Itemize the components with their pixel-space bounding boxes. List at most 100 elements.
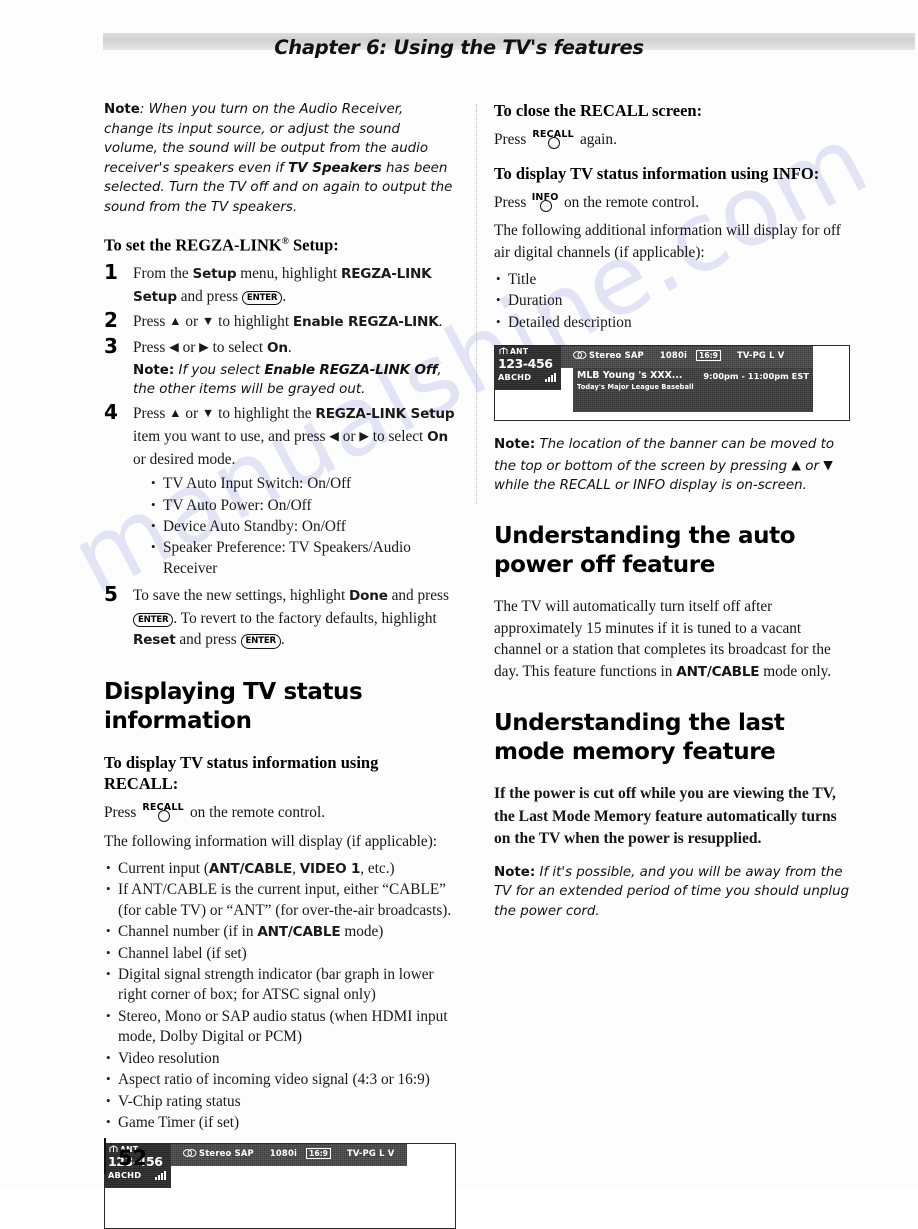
step-text: and press bbox=[176, 287, 242, 305]
list-item: Duration bbox=[494, 290, 850, 311]
step-bold-regza-setup: REGZA-LINK Setup bbox=[315, 406, 455, 423]
section-heading-auto-power-off: Understanding the auto power off feature bbox=[494, 523, 796, 578]
regza-option-list: TV Auto Input Switch: On/Off TV Auto Pow… bbox=[149, 473, 456, 579]
step-text: menu, highlight bbox=[236, 265, 341, 283]
button-circle bbox=[540, 199, 553, 212]
step-text: or bbox=[338, 428, 360, 446]
button-circle bbox=[548, 137, 561, 149]
step-text: or bbox=[181, 313, 202, 331]
step-bold-done: Done bbox=[349, 588, 388, 605]
step-number: 4 bbox=[104, 400, 118, 425]
step-bold-enable-regza: Enable REGZA-LINK bbox=[292, 314, 439, 331]
enter-button-icon: ENTER bbox=[133, 612, 174, 628]
signal-strength-icon bbox=[545, 373, 556, 383]
step-bold-setup: Setup bbox=[192, 266, 237, 283]
bullet-text: Channel number (if in bbox=[118, 923, 258, 941]
step-text: Press bbox=[133, 405, 170, 423]
program-description: Today's Major League Baseball bbox=[577, 383, 694, 392]
step-text: . To revert to the factory defaults, hig… bbox=[173, 609, 437, 627]
step-text: item you want to use, and press bbox=[133, 428, 330, 446]
heading-recall: To display TV status information using R… bbox=[104, 753, 379, 794]
step-number: 5 bbox=[104, 582, 118, 607]
step-text: . bbox=[282, 287, 287, 305]
step-text: Press bbox=[133, 313, 170, 331]
step-text: and press bbox=[175, 631, 241, 649]
step-text: . bbox=[280, 631, 285, 649]
recall-banner-figure: ANT 123-456 ABCHD Stereo SAP 1080i 16:9 TV-… bbox=[104, 1143, 456, 1229]
antenna-icon bbox=[109, 1145, 118, 1153]
press-recall-line: Press RECALL on the remote control. bbox=[104, 802, 456, 824]
step-number: 1 bbox=[104, 260, 118, 285]
step-text: To save the new settings, highlight bbox=[133, 587, 350, 605]
note-label: Note: bbox=[494, 437, 536, 453]
bullet-bold-ant-cable: ANT/CABLE bbox=[208, 861, 293, 878]
step-text: Press bbox=[133, 338, 170, 356]
step-text: From the bbox=[133, 265, 193, 283]
note-text: If you select bbox=[174, 363, 265, 379]
left-column: Note: When you turn on the Audio Receive… bbox=[104, 100, 456, 1229]
press-recall-again-line: Press RECALL again. bbox=[494, 129, 850, 151]
note-text: If it's possible, and you will be away f… bbox=[494, 864, 850, 919]
note-emphasis: TV Speakers bbox=[288, 160, 382, 176]
stereo-icon bbox=[183, 1149, 197, 1158]
list-item: TV Auto Power: On/Off bbox=[149, 495, 456, 516]
banner-source-row: ANT bbox=[499, 347, 528, 356]
note-banner-location: Note: The location of the banner can be … bbox=[494, 435, 850, 496]
step-text: to highlight bbox=[214, 313, 293, 331]
arrow-right-icon: ▶ bbox=[359, 429, 369, 444]
note-label: Note: bbox=[133, 363, 175, 379]
page-number: 52 bbox=[118, 1146, 148, 1170]
list-item: If ANT/CABLE is the current input, eithe… bbox=[104, 879, 456, 921]
note-grayed-out: Note: If you select Enable REGZA-LINK Of… bbox=[133, 361, 456, 399]
program-time: 9:00pm - 11:00pm EST bbox=[703, 371, 809, 382]
banner-rating: TV-PG L V bbox=[736, 350, 785, 361]
bullet-bold-ant-cable: ANT/CABLE bbox=[257, 924, 341, 941]
note-audio-receiver: Note: When you turn on the Audio Receive… bbox=[104, 100, 456, 218]
note-emphasis: Enable REGZA-LINK Off bbox=[264, 362, 438, 379]
banner-status-row: Stereo SAP 1080i 16:9 TV-PG L V bbox=[573, 350, 785, 362]
banner-rating: TV-PG L V bbox=[346, 1148, 395, 1159]
step-5: 5 To save the new settings, highlight Do… bbox=[104, 582, 456, 652]
bullet-text: mode) bbox=[340, 923, 384, 941]
banner-aspect-ratio: 16:9 bbox=[696, 350, 721, 362]
press-word: Press bbox=[494, 131, 527, 148]
button-circle bbox=[158, 810, 171, 823]
list-item: Current input (ANT/CABLE, VIDEO 1, etc.) bbox=[104, 858, 456, 879]
press-tail: on the remote control. bbox=[189, 804, 326, 822]
stereo-icon bbox=[573, 351, 587, 360]
list-item: V-Chip rating status bbox=[104, 1090, 456, 1112]
enter-button-icon: ENTER bbox=[240, 634, 281, 649]
step-bold-reset: Reset bbox=[133, 632, 176, 649]
antenna-icon bbox=[499, 347, 508, 355]
bullet-text: Current input ( bbox=[118, 860, 209, 878]
arrow-down-icon: ▼ bbox=[823, 456, 833, 472]
column-divider bbox=[476, 104, 477, 504]
press-info-line: Press INFO on the remote control. bbox=[494, 192, 850, 214]
list-item: Detailed description bbox=[494, 312, 850, 333]
heading-regza-main: To set the REGZA-LINK bbox=[104, 235, 282, 255]
list-item: Game Timer (if set) bbox=[104, 1112, 456, 1133]
banner-channel-box: ANT 123-456 ABCHD bbox=[495, 346, 561, 391]
press-tail: again. bbox=[579, 131, 617, 148]
list-item: TV Auto Input Switch: On/Off bbox=[149, 473, 456, 494]
banner-resolution: 1080i bbox=[269, 1148, 298, 1159]
step-number: 2 bbox=[104, 308, 118, 333]
last-mode-lead-text: If the power is cut off while you are vi… bbox=[494, 785, 837, 847]
note-unplug-power-cord: Note: If it's possible, and you will be … bbox=[494, 863, 850, 922]
banner-audio: Stereo SAP bbox=[589, 350, 644, 361]
step-text: to select bbox=[208, 338, 267, 356]
program-title: MLB Young 's XXX... bbox=[577, 370, 683, 382]
banner-program-area: MLB Young 's XXX... 9:00pm - 11:00pm EST… bbox=[573, 368, 813, 413]
banner-resolution: 1080i bbox=[659, 350, 688, 361]
enter-button-icon: ENTER bbox=[241, 290, 283, 306]
recall-button-icon: RECALL bbox=[530, 129, 576, 149]
note-label: Note: bbox=[494, 864, 536, 880]
heading-regza-setup: To set the REGZA-LINK® Setup: bbox=[104, 232, 456, 256]
banner-aspect-ratio: 16:9 bbox=[306, 1148, 331, 1160]
bold-ant-cable: ANT/CABLE bbox=[676, 663, 760, 680]
list-item: Digital signal strength indicator (bar g… bbox=[104, 964, 456, 1006]
list-item: Device Auto Standby: On/Off bbox=[149, 516, 456, 537]
banner-audio: Stereo SAP bbox=[199, 1148, 254, 1159]
regza-steps: 1 From the Setup menu, highlight REGZA-L… bbox=[104, 260, 456, 652]
folio-rule bbox=[104, 1138, 106, 1174]
